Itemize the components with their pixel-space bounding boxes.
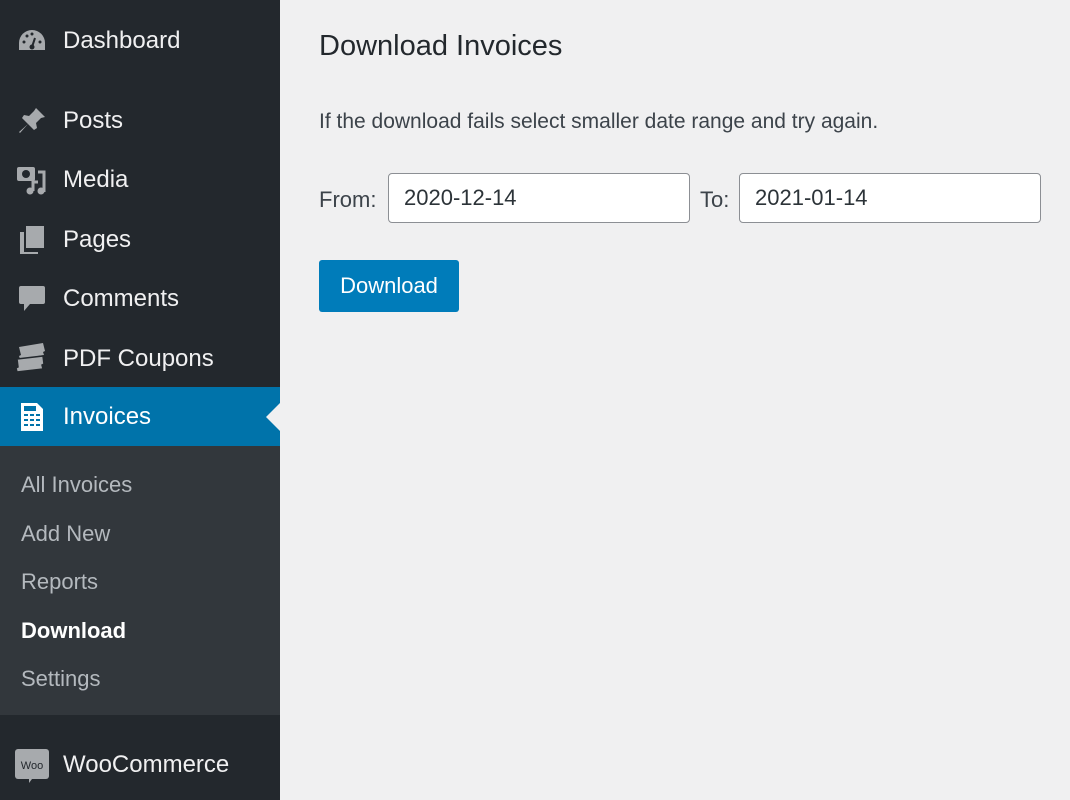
submenu-all-invoices[interactable]: All Invoices [21, 472, 132, 498]
submenu-settings[interactable]: Settings [21, 666, 101, 692]
sidebar-item-label: Dashboard [63, 26, 181, 54]
pin-icon [15, 104, 49, 138]
from-date-input[interactable] [388, 173, 690, 223]
sidebar-item-pdf-coupons[interactable]: PDF Coupons [0, 329, 280, 388]
sidebar-item-media[interactable]: Media [0, 150, 280, 209]
woo-icon: Woo [15, 748, 49, 783]
woo-badge-text: Woo [21, 760, 43, 772]
admin-sidebar: Dashboard Posts Media Pages Comments PDF… [0, 0, 280, 800]
sidebar-item-posts[interactable]: Posts [0, 91, 280, 150]
sidebar-item-label: Comments [63, 284, 180, 312]
dashboard-icon [15, 24, 49, 58]
submenu-add-new[interactable]: Add New [21, 521, 110, 547]
page-title: Download Invoices [319, 30, 563, 62]
to-date-input[interactable] [739, 173, 1041, 223]
sidebar-item-woocommerce[interactable]: Woo WooCommerce [0, 735, 280, 794]
sidebar-item-label: PDF Coupons [63, 344, 214, 372]
sidebar-item-label: Pages [63, 225, 132, 253]
download-button[interactable]: Download [319, 260, 459, 312]
sidebar-item-invoices[interactable]: Invoices [0, 387, 280, 446]
media-icon [15, 163, 49, 197]
comment-icon [15, 282, 49, 316]
sidebar-item-label: Media [63, 165, 129, 193]
sidebar-item-pages[interactable]: Pages [0, 210, 280, 269]
invoice-icon [15, 400, 49, 434]
from-label: From: [319, 187, 377, 212]
description-text: If the download fails select smaller dat… [319, 110, 879, 133]
sidebar-item-label: Invoices [63, 402, 152, 430]
submenu-reports[interactable]: Reports [21, 569, 98, 595]
invoices-submenu: All Invoices Add New Reports Download Se… [0, 446, 280, 715]
sidebar-item-label: Posts [63, 106, 124, 134]
pages-icon [15, 223, 49, 257]
to-label: To: [700, 187, 730, 212]
sidebar-item-label: WooCommerce [63, 750, 230, 778]
sidebar-item-dashboard[interactable]: Dashboard [0, 11, 280, 70]
tickets-icon [15, 342, 49, 376]
submenu-download[interactable]: Download [21, 618, 126, 644]
sidebar-item-comments[interactable]: Comments [0, 269, 280, 328]
